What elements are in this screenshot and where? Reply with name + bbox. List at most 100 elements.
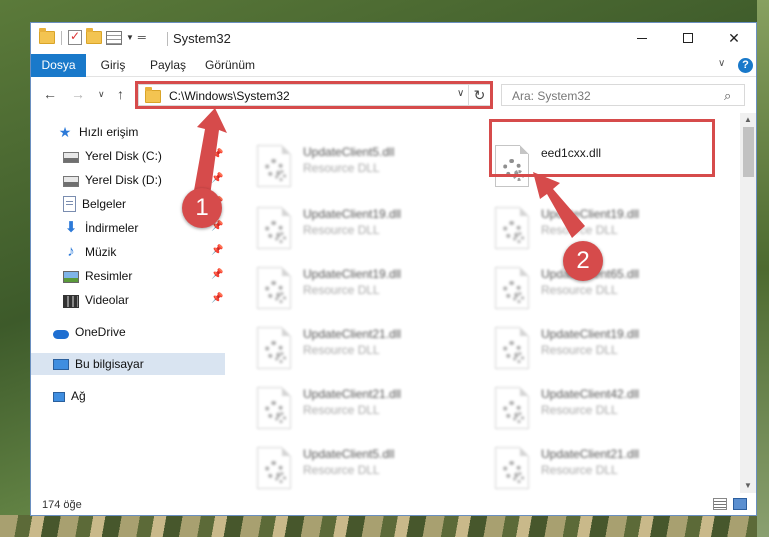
sidebar-item-videos[interactable]: Videolar 📌 xyxy=(31,289,225,311)
sidebar-item-label: Hızlı erişim xyxy=(79,125,139,139)
computer-icon xyxy=(53,359,69,370)
dll-file-icon xyxy=(257,207,291,249)
network-icon xyxy=(53,392,65,402)
search-icon[interactable]: ⌕ xyxy=(724,88,731,104)
file-type: Resource DLL xyxy=(541,343,618,357)
scroll-up-icon[interactable]: ▲ xyxy=(744,115,752,124)
help-icon[interactable]: ? xyxy=(738,58,753,73)
pin-icon[interactable]: 📌 xyxy=(211,173,223,184)
download-icon: ⬇ xyxy=(64,219,78,236)
music-icon: ♪ xyxy=(67,243,75,260)
pin-icon[interactable]: 📌 xyxy=(211,269,223,280)
back-arrow-icon[interactable]: ← xyxy=(43,86,57,102)
file-item[interactable]: UpdateClient42.dll Resource DLL xyxy=(487,381,707,437)
file-item[interactable]: UpdateClient21.dll Resource DLL xyxy=(249,321,469,377)
sidebar-item-label: Yerel Disk (C:) xyxy=(85,149,162,163)
explorer-window: ▼ ═ System32 ✕ Dosya Giriş Paylaş Görünü… xyxy=(30,22,757,516)
file-type: Resource DLL xyxy=(303,223,380,237)
quick-access-toolbar: ▼ ═ xyxy=(39,28,146,45)
file-name: UpdateClient21.dll xyxy=(303,387,402,401)
sidebar-item-label: Yerel Disk (D:) xyxy=(85,173,162,187)
status-bar: 174 öğe xyxy=(31,493,756,515)
document-icon xyxy=(63,196,76,212)
minimize-icon xyxy=(637,37,647,39)
maximize-icon xyxy=(683,33,693,43)
search-input[interactable]: Ara: System32 ⌕ xyxy=(501,84,745,106)
file-type: Resource DLL xyxy=(541,223,618,237)
drive-icon xyxy=(63,176,79,187)
tab-share[interactable]: Paylaş xyxy=(143,54,193,77)
tab-view[interactable]: Görünüm xyxy=(199,54,261,77)
sidebar-item-network[interactable]: Ağ xyxy=(31,385,225,407)
forward-arrow-icon[interactable]: → xyxy=(71,86,85,102)
sidebar-item-onedrive[interactable]: OneDrive xyxy=(31,321,225,343)
large-icons-view-icon[interactable] xyxy=(733,498,747,510)
star-icon: ★ xyxy=(58,124,72,140)
pin-icon[interactable]: 📌 xyxy=(211,293,223,304)
dll-file-icon xyxy=(257,327,291,369)
sidebar-item-music[interactable]: ♪ Müzik 📌 xyxy=(31,241,225,263)
file-type: Resource DLL xyxy=(303,161,380,175)
file-type: Resource DLL xyxy=(541,463,618,477)
sidebar-item-quick-access[interactable]: ★ Hızlı erişim xyxy=(31,121,225,143)
pin-icon[interactable]: 📌 xyxy=(211,245,223,256)
file-name: UpdateClient21.dll xyxy=(541,447,640,461)
minimize-button[interactable] xyxy=(619,23,665,53)
sidebar-item-label: Ağ xyxy=(71,389,86,403)
file-item[interactable]: UpdateClient5.dll Resource DLL xyxy=(249,139,469,195)
tab-home[interactable]: Giriş xyxy=(89,54,137,77)
desktop-background xyxy=(0,515,769,537)
scroll-thumb[interactable] xyxy=(743,127,754,177)
sidebar-item-this-pc[interactable]: Bu bilgisayar xyxy=(31,353,225,375)
file-item[interactable]: UpdateClient19.dll Resource DLL xyxy=(249,201,469,257)
sidebar-item-label: Bu bilgisayar xyxy=(75,357,144,371)
sidebar-item-label: Müzik xyxy=(85,245,117,259)
qat-dropdown-icon[interactable]: ▼ xyxy=(126,33,134,42)
file-item[interactable]: UpdateClient19.dll Resource DLL xyxy=(249,261,469,317)
file-item[interactable]: UpdateClient5.dll Resource DLL xyxy=(249,441,469,497)
navigation-bar: ← → ∨ ↑ C:\Windows\System32 ∨ ↻ Ara: Sys… xyxy=(31,77,756,113)
details-view-icon[interactable] xyxy=(713,498,727,510)
maximize-button[interactable] xyxy=(665,23,711,53)
file-name: UpdateClient5.dll xyxy=(303,447,395,461)
new-folder-icon[interactable] xyxy=(86,28,102,44)
vertical-scrollbar[interactable]: ▲ ▼ xyxy=(740,113,756,493)
up-arrow-icon[interactable]: ↑ xyxy=(117,86,124,102)
close-button[interactable]: ✕ xyxy=(711,23,756,53)
file-type: Resource DLL xyxy=(303,403,380,417)
sidebar-item-pictures[interactable]: Resimler 📌 xyxy=(31,265,225,287)
sidebar-item-label: Resimler xyxy=(85,269,133,283)
properties-check-icon[interactable] xyxy=(68,29,82,45)
desktop-background-edge xyxy=(757,0,769,537)
file-name: UpdateClient5.dll xyxy=(303,145,395,159)
customize-list-icon[interactable] xyxy=(106,30,122,45)
drive-icon xyxy=(63,152,79,163)
scroll-down-icon[interactable]: ▼ xyxy=(744,481,752,490)
ribbon-expand-icon[interactable]: ∨ xyxy=(718,58,725,69)
dll-file-icon xyxy=(257,447,291,489)
address-highlight-box xyxy=(135,81,493,109)
file-name: UpdateClient19.dll xyxy=(303,267,402,281)
file-type: Resource DLL xyxy=(541,283,618,297)
tab-file[interactable]: Dosya xyxy=(31,54,86,77)
qat-menu-icon[interactable]: ═ xyxy=(138,32,146,44)
sidebar-item-label: Videolar xyxy=(85,293,129,307)
search-placeholder: Ara: System32 xyxy=(512,89,591,103)
sidebar-item-label: OneDrive xyxy=(75,325,126,339)
dll-file-icon xyxy=(257,267,291,309)
file-name: UpdateClient42.dll xyxy=(541,387,640,401)
navigation-pane: ★ Hızlı erişim Yerel Disk (C:) 📌 Yerel D… xyxy=(31,113,225,493)
sidebar-item-local-disk-c[interactable]: Yerel Disk (C:) 📌 xyxy=(31,145,225,167)
pin-icon[interactable]: 📌 xyxy=(211,149,223,160)
file-item[interactable]: UpdateClient21.dll Resource DLL xyxy=(487,441,707,497)
dll-file-icon xyxy=(257,387,291,429)
dll-file-icon xyxy=(257,145,291,187)
file-item[interactable]: UpdateClient19.dll Resource DLL xyxy=(487,321,707,377)
close-icon: ✕ xyxy=(728,29,740,46)
recent-locations-chevron-icon[interactable]: ∨ xyxy=(98,89,105,100)
dll-file-icon xyxy=(495,207,529,249)
file-type: Resource DLL xyxy=(541,403,618,417)
file-item[interactable]: UpdateClient21.dll Resource DLL xyxy=(249,381,469,437)
video-icon xyxy=(63,294,79,308)
dll-file-icon xyxy=(495,267,529,309)
